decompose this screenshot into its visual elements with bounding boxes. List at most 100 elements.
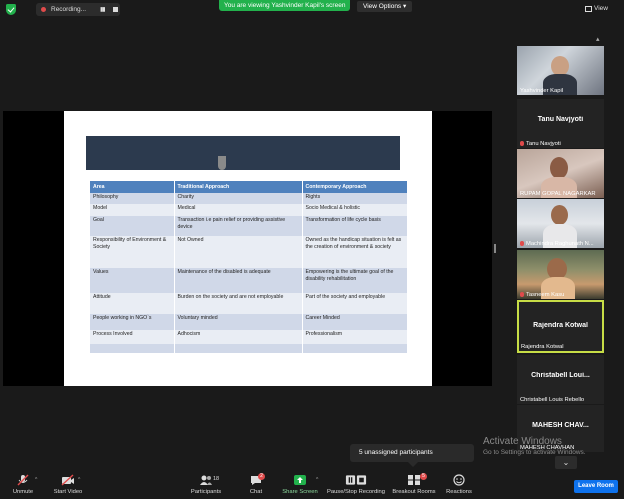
participant-display-name: MAHESH CHAV... [532, 422, 589, 429]
table-row: Responsibility of Environment & Society … [90, 236, 408, 268]
table-row: Values Maintenance of the disabled is ad… [90, 268, 408, 293]
unmute-label: Unmute [12, 489, 34, 495]
participant-tile-active-speaker[interactable]: Rajendra Kotwal Rajendra Kotwal [517, 300, 604, 353]
start-video-label: Start Video [53, 489, 83, 495]
table-cell: Socio Medical & holistic [302, 204, 408, 216]
table-header-cell: Area [90, 181, 175, 193]
muted-microphone-icon [17, 474, 29, 486]
participants-button[interactable]: 18 Participants [186, 470, 226, 499]
pause-stop-recording-label: Pause/Stop Recording [326, 489, 385, 495]
participant-tile[interactable]: Machindra Raghunath N... [517, 199, 604, 248]
chat-button[interactable]: 2 Chat [241, 470, 271, 499]
participant-display-name: Christabell Loui... [531, 372, 590, 379]
video-options-caret-icon[interactable]: ^ [78, 477, 80, 483]
chat-badge: 2 [258, 473, 265, 480]
recording-label: Recording... [51, 6, 87, 13]
reactions-button[interactable]: Reactions [444, 470, 474, 499]
participant-tile[interactable]: Tasneem Kasu [517, 250, 604, 299]
leave-room-button[interactable]: Leave Room [574, 480, 618, 493]
table-cell: Attitude [90, 293, 175, 314]
participant-tile[interactable]: RUPAM GOPAL NAGARKAR [517, 149, 604, 198]
table-cell: Medical [174, 204, 303, 216]
participant-name-label: Tasneem Kasu [520, 291, 565, 298]
table-cell: Philosophy [90, 193, 175, 204]
muted-mic-icon [520, 291, 524, 297]
video-off-icon [61, 474, 74, 486]
comparison-table: Area Traditional Approach Contemporary A… [90, 181, 408, 353]
encryption-shield-icon[interactable] [6, 4, 16, 15]
participant-name: RUPAM GOPAL NAGARKAR [520, 191, 596, 197]
share-options-caret-icon[interactable]: ^ [316, 477, 318, 483]
reactions-label: Reactions [446, 489, 472, 495]
pause-stop-recording-button[interactable]: Pause/Stop Recording [326, 470, 386, 499]
table-header-cell: Contemporary Approach [302, 181, 408, 193]
view-button[interactable]: View [594, 5, 608, 12]
chevron-down-icon: ⌄ [562, 458, 570, 467]
table-cell: Transaction i.e pain relief or providing… [174, 216, 303, 236]
table-cell: Process Involved [90, 330, 175, 344]
table-row: Process Involved Adhocism Professionalis… [90, 330, 408, 344]
unmute-button[interactable]: Unmute [5, 470, 41, 499]
unassigned-participants-tooltip[interactable]: 5 unassigned participants [350, 444, 474, 467]
audio-options-caret-icon[interactable]: ^ [35, 477, 37, 483]
start-video-button[interactable]: Start Video [50, 470, 86, 499]
participant-tile[interactable]: Yashvinder Kapil [517, 46, 604, 95]
table-row: People working in NGO`s Voluntary minded… [90, 314, 408, 330]
share-screen-label: Share Screen [282, 489, 318, 495]
view-options-button[interactable]: View Options ▾ [357, 1, 413, 12]
table-cell [302, 344, 408, 353]
table-cell: Career Minded [302, 314, 408, 330]
slide-title-fragment [218, 156, 226, 170]
participants-count: 18 [213, 476, 220, 482]
slide-title-bar [86, 136, 400, 170]
table-cell: Goal [90, 216, 175, 236]
table-row: Goal Transaction i.e pain relief or prov… [90, 216, 408, 236]
participant-tile[interactable]: Tanu Navjyoti Tanu Navjyoti [517, 99, 604, 148]
pause-recording-icon[interactable]: ▮▮ [100, 6, 106, 13]
table-cell: Adhocism [174, 330, 303, 344]
participant-name: Tasneem Kasu [526, 292, 565, 298]
shared-screen: Area Traditional Approach Contemporary A… [3, 111, 492, 386]
table-cell: Professionalism [302, 330, 408, 344]
activate-windows-subtitle: Go to Settings to activate Windows. [483, 449, 586, 456]
participant-name-label: Machindra Raghunath N... [520, 240, 594, 247]
share-screen-button[interactable]: Share Screen [280, 470, 320, 499]
table-cell: Owned as the handicap situation is felt … [302, 236, 408, 268]
table-cell: Maintenance of the disabled is adequate [174, 268, 303, 293]
table-cell: Burden on the society and are not employ… [174, 293, 303, 314]
table-row: Philosophy Charity Rights [90, 193, 408, 204]
muted-mic-icon [520, 240, 524, 246]
table-cell: Rights [302, 193, 408, 204]
participant-name: Machindra Raghunath N... [526, 241, 594, 247]
table-cell: Charity [174, 193, 303, 204]
top-bar: Recording... ▮▮ You are viewing Yashvind… [0, 0, 624, 18]
view-grid-icon[interactable] [585, 6, 592, 12]
table-cell: Part of the society and employable [302, 293, 408, 314]
participant-name: Christabell Louis Rebello [520, 397, 585, 403]
recording-indicator: Recording... ▮▮ [36, 3, 120, 16]
gallery-scroll-down-button[interactable]: ⌄ [555, 456, 577, 469]
splitter-handle[interactable] [494, 244, 496, 253]
record-dot-icon [41, 7, 46, 12]
stop-recording-icon[interactable] [113, 7, 118, 12]
gallery-scroll-up-icon[interactable]: ▴ [596, 35, 600, 43]
table-cell: Not Owned [174, 236, 303, 268]
share-screen-icon [294, 475, 306, 485]
reactions-smiley-icon [453, 474, 465, 486]
table-cell: Values [90, 268, 175, 293]
table-cell: Voluntary minded [174, 314, 303, 330]
breakout-rooms-button[interactable]: 5 Breakout Rooms [392, 470, 436, 499]
participant-tile[interactable]: Christabell Loui... Christabell Louis Re… [517, 355, 604, 404]
table-header-row: Area Traditional Approach Contemporary A… [90, 181, 408, 193]
participant-video [550, 157, 568, 179]
table-row: Attitude Burden on the society and are n… [90, 293, 408, 314]
muted-mic-icon [520, 140, 524, 146]
table-row [90, 344, 408, 353]
chat-label: Chat [249, 489, 263, 495]
table-cell: Empowering is the ultimate goal of the d… [302, 268, 408, 293]
participant-name: Yashvinder Kapil [520, 88, 564, 94]
table-cell: Responsibility of Environment & Society [90, 236, 175, 268]
table-cell: Model [90, 204, 175, 216]
table-cell [174, 344, 303, 353]
participant-display-name: Tanu Navjyoti [537, 116, 584, 123]
